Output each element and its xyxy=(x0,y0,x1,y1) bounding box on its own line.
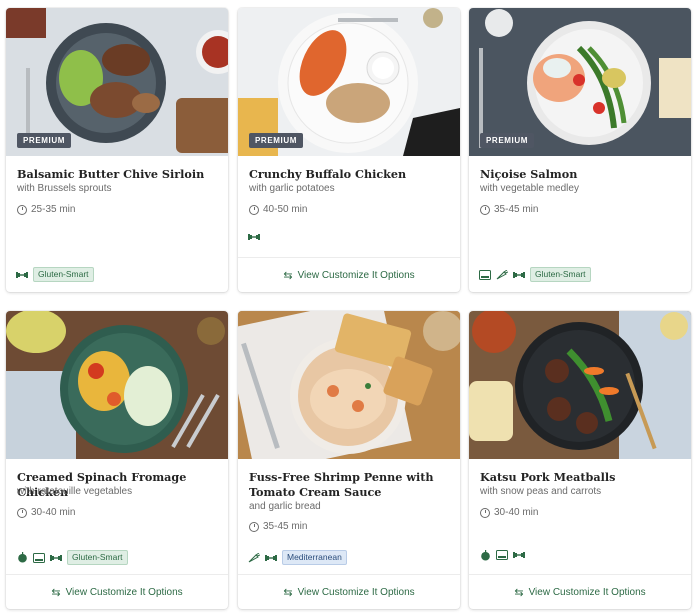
mediterranean-tag: Mediterranean xyxy=(282,550,347,565)
recipe-subtitle: with snow peas and carrots xyxy=(480,486,602,497)
recipe-subtitle: with Brussels sprouts xyxy=(17,183,112,194)
recipe-title[interactable]: Fuss-Free Shrimp Penne with Tomato Cream… xyxy=(249,470,450,500)
recipe-photo[interactable] xyxy=(469,311,691,459)
scale-icon xyxy=(496,550,508,560)
cook-time: 40-50 min xyxy=(249,204,307,215)
customize-options-link[interactable]: ⇆ View Customize It Options xyxy=(238,574,460,609)
clock-icon xyxy=(249,521,259,532)
recipe-title[interactable]: Katsu Pork Meatballs xyxy=(480,470,681,485)
recipe-card[interactable]: PREMIUM Crunchy Buffalo Chicken with gar… xyxy=(238,8,460,292)
scale-icon xyxy=(479,269,491,280)
apple-icon xyxy=(479,549,491,560)
clock-icon xyxy=(480,204,490,215)
premium-badge: PREMIUM xyxy=(17,133,71,148)
apple-icon xyxy=(16,552,28,563)
dumbbell-icon xyxy=(248,232,260,242)
cook-time: 30-40 min xyxy=(480,507,538,518)
premium-badge: PREMIUM xyxy=(480,133,534,148)
recipe-title[interactable]: Balsamic Butter Chive Sirloin xyxy=(17,167,218,182)
clock-icon xyxy=(249,204,259,215)
recipe-subtitle: with vegetable medley xyxy=(480,183,579,194)
recipe-photo[interactable] xyxy=(6,311,228,459)
recipe-tags: Mediterranean xyxy=(248,550,347,565)
swap-icon: ⇆ xyxy=(514,586,524,599)
swap-icon: ⇆ xyxy=(283,586,293,599)
carrot-icon xyxy=(496,269,508,280)
recipe-photo[interactable]: PREMIUM xyxy=(469,8,691,156)
customize-options-link[interactable]: ⇆ View Customize It Options xyxy=(6,574,228,609)
cook-time: 25-35 min xyxy=(17,204,75,215)
premium-badge: PREMIUM xyxy=(249,133,303,148)
cook-time-value: 40-50 min xyxy=(263,204,308,215)
recipe-tags xyxy=(248,232,260,242)
recipe-photo[interactable] xyxy=(238,311,460,459)
recipe-card[interactable]: PREMIUM Niçoise Salmon with vegetable me… xyxy=(469,8,691,292)
recipe-card[interactable]: PREMIUM Balsamic Butter Chive Sirloin wi… xyxy=(6,8,228,292)
customize-options-label[interactable]: View Customize It Options xyxy=(298,587,415,598)
cook-time-value: 35-45 min xyxy=(494,204,539,215)
cook-time-value: 30-40 min xyxy=(494,507,539,518)
recipe-card[interactable]: Creamed Spinach Fromage Chicken with rat… xyxy=(6,311,228,609)
cook-time-value: 25-35 min xyxy=(31,204,76,215)
clock-icon xyxy=(17,204,27,215)
dumbbell-icon xyxy=(50,553,62,563)
customize-options-link[interactable]: ⇆ View Customize It Options xyxy=(469,574,691,609)
cook-time: 35-45 min xyxy=(480,204,538,215)
carrot-icon xyxy=(248,552,260,563)
recipe-subtitle: with garlic potatoes xyxy=(249,183,335,194)
swap-icon: ⇆ xyxy=(51,586,61,599)
recipe-tags: Gluten-Smart xyxy=(479,267,591,282)
recipe-title[interactable]: Niçoise Salmon xyxy=(480,167,681,182)
clock-icon xyxy=(480,507,490,518)
customize-options-label[interactable]: View Customize It Options xyxy=(66,587,183,598)
gluten-smart-tag: Gluten-Smart xyxy=(67,550,128,565)
recipe-title[interactable]: Crunchy Buffalo Chicken xyxy=(249,167,450,182)
customize-options-label[interactable]: View Customize It Options xyxy=(529,587,646,598)
recipe-tags: Gluten-Smart xyxy=(16,550,128,565)
gluten-smart-tag: Gluten-Smart xyxy=(530,267,591,282)
cook-time-value: 35-45 min xyxy=(263,521,308,532)
recipe-photo[interactable]: PREMIUM xyxy=(6,8,228,156)
customize-options-label[interactable]: View Customize It Options xyxy=(298,270,415,281)
gluten-smart-tag: Gluten-Smart xyxy=(33,267,94,282)
cook-time-value: 30-40 min xyxy=(31,507,76,518)
recipe-card[interactable]: Katsu Pork Meatballs with snow peas and … xyxy=(469,311,691,609)
scale-icon xyxy=(33,552,45,563)
recipe-subtitle: and garlic bread xyxy=(249,501,321,512)
dumbbell-icon xyxy=(16,270,28,280)
recipe-tags xyxy=(479,549,525,560)
customize-options-link[interactable]: ⇆ View Customize It Options xyxy=(238,257,460,292)
recipe-photo[interactable]: PREMIUM xyxy=(238,8,460,156)
dumbbell-icon xyxy=(265,553,277,563)
cook-time: 30-40 min xyxy=(17,507,75,518)
recipe-subtitle: with ratatouille vegetables xyxy=(17,486,133,497)
dumbbell-icon xyxy=(513,550,525,560)
clock-icon xyxy=(17,507,27,518)
swap-icon: ⇆ xyxy=(283,269,293,282)
dumbbell-icon xyxy=(513,270,525,280)
recipe-tags: Gluten-Smart xyxy=(16,267,94,282)
cook-time: 35-45 min xyxy=(249,521,307,532)
recipe-card[interactable]: Fuss-Free Shrimp Penne with Tomato Cream… xyxy=(238,311,460,609)
